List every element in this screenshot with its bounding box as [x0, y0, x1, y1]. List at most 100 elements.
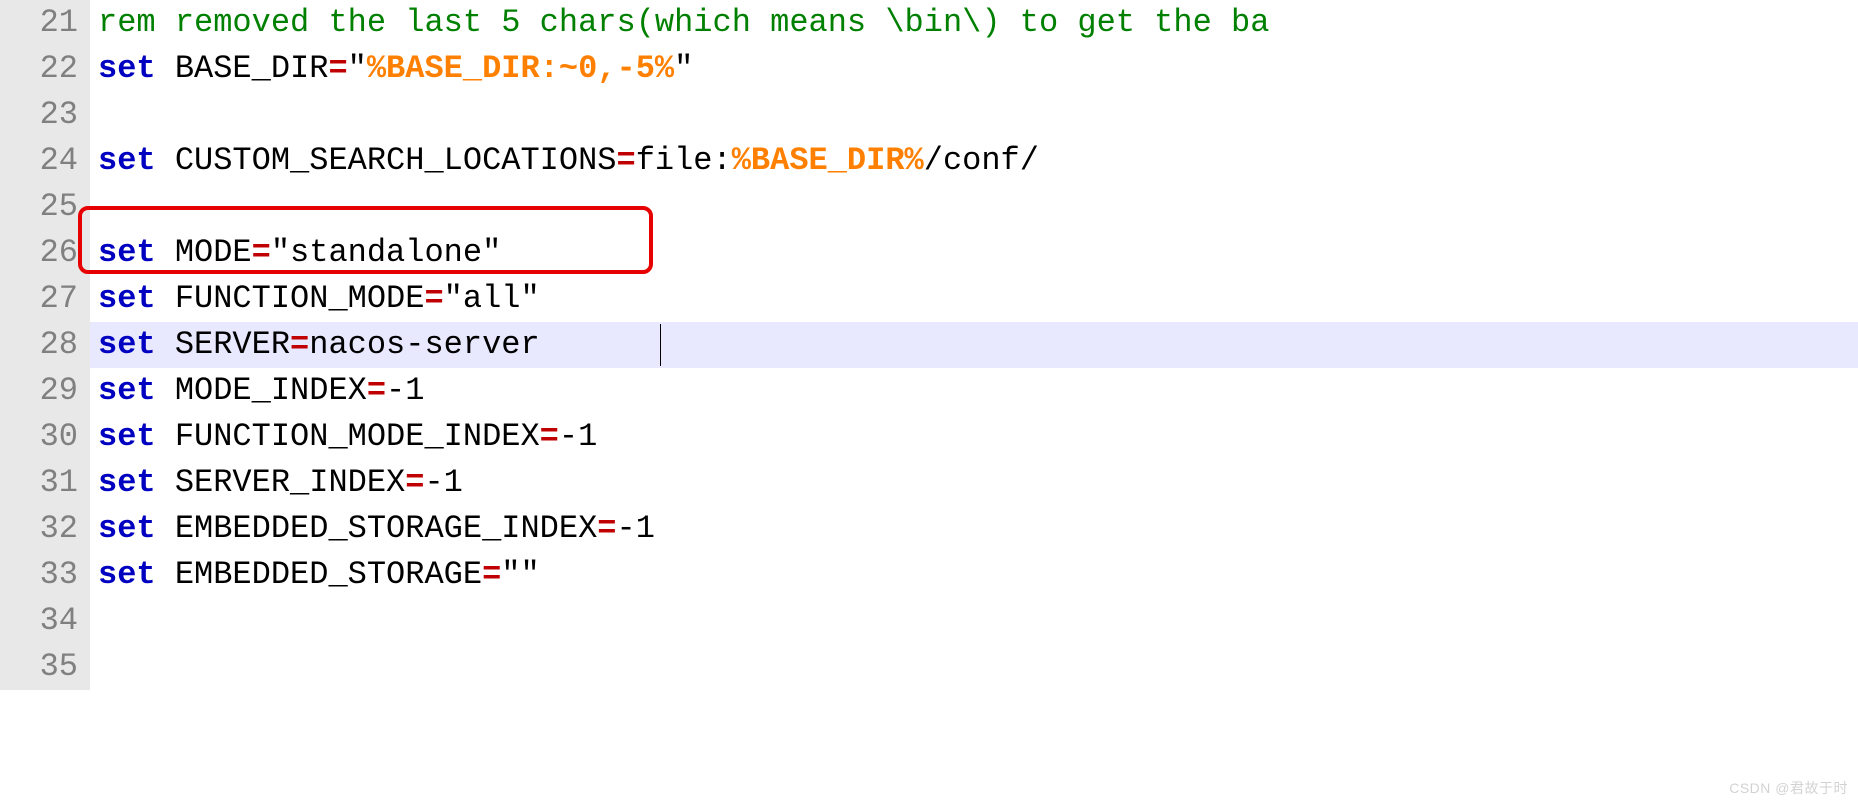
- equals-sign: =: [424, 280, 443, 317]
- keyword-set: set: [98, 418, 156, 455]
- line-content[interactable]: set EMBEDDED_STORAGE_INDEX=-1: [90, 506, 1858, 552]
- equals-sign: =: [367, 372, 386, 409]
- keyword-set: set: [98, 142, 156, 179]
- code-line[interactable]: 32 set EMBEDDED_STORAGE_INDEX=-1: [0, 506, 1858, 552]
- value-text: -1: [386, 372, 424, 409]
- code-line[interactable]: 31 set SERVER_INDEX=-1: [0, 460, 1858, 506]
- value-text: "": [501, 556, 539, 593]
- variable-name: BASE_DIR: [175, 50, 329, 87]
- space: [156, 464, 175, 501]
- literal-text: file:: [636, 142, 732, 179]
- value-text: "standalone": [271, 234, 501, 271]
- equals-sign: =: [328, 50, 347, 87]
- keyword-set: set: [98, 372, 156, 409]
- code-line[interactable]: 21 rem removed the last 5 chars(which me…: [0, 0, 1858, 46]
- line-number: 33: [0, 552, 90, 598]
- line-content[interactable]: [90, 644, 1858, 690]
- line-number: 25: [0, 184, 90, 230]
- space: [156, 50, 175, 87]
- equals-sign: =: [540, 418, 559, 455]
- code-line-current[interactable]: 28 set SERVER=nacos-server: [0, 322, 1858, 368]
- space: [156, 280, 175, 317]
- code-line[interactable]: 33 set EMBEDDED_STORAGE="": [0, 552, 1858, 598]
- line-content[interactable]: set SERVER=nacos-server: [90, 322, 1858, 368]
- line-content[interactable]: set BASE_DIR="%BASE_DIR:~0,-5%": [90, 46, 1858, 92]
- variable-name: SERVER_INDEX: [175, 464, 405, 501]
- line-number: 24: [0, 138, 90, 184]
- code-line[interactable]: 34: [0, 598, 1858, 644]
- keyword-set: set: [98, 464, 156, 501]
- space: [156, 510, 175, 547]
- line-content[interactable]: set FUNCTION_MODE_INDEX=-1: [90, 414, 1858, 460]
- line-content[interactable]: [90, 92, 1858, 138]
- equals-sign: =: [405, 464, 424, 501]
- value-text: -1: [424, 464, 462, 501]
- line-number: 22: [0, 46, 90, 92]
- variable-name: CUSTOM_SEARCH_LOCATIONS: [175, 142, 617, 179]
- text-caret: [660, 324, 661, 366]
- space: [156, 326, 175, 363]
- space: [156, 418, 175, 455]
- equals-sign: =: [482, 556, 501, 593]
- keyword-set: set: [98, 510, 156, 547]
- code-line[interactable]: 29 set MODE_INDEX=-1: [0, 368, 1858, 414]
- keyword-set: set: [98, 50, 156, 87]
- line-content[interactable]: set MODE_INDEX=-1: [90, 368, 1858, 414]
- quote: ": [348, 50, 367, 87]
- watermark-text: CSDN @君故于时: [1729, 778, 1848, 798]
- value-text: "all": [444, 280, 540, 317]
- env-var-ref: %BASE_DIR:~0,-5%: [367, 50, 674, 87]
- line-content[interactable]: set FUNCTION_MODE="all": [90, 276, 1858, 322]
- value-text: -1: [559, 418, 597, 455]
- code-line[interactable]: 26 set MODE="standalone": [0, 230, 1858, 276]
- line-number: 32: [0, 506, 90, 552]
- variable-name: SERVER: [175, 326, 290, 363]
- line-number: 31: [0, 460, 90, 506]
- code-line[interactable]: 23: [0, 92, 1858, 138]
- line-content[interactable]: rem removed the last 5 chars(which means…: [90, 0, 1858, 46]
- code-line[interactable]: 30 set FUNCTION_MODE_INDEX=-1: [0, 414, 1858, 460]
- line-number: 35: [0, 644, 90, 690]
- variable-name: EMBEDDED_STORAGE: [175, 556, 482, 593]
- value-text: nacos-server: [309, 326, 539, 363]
- line-number: 29: [0, 368, 90, 414]
- literal-text: /conf/: [924, 142, 1039, 179]
- line-number: 23: [0, 92, 90, 138]
- variable-name: FUNCTION_MODE_INDEX: [175, 418, 540, 455]
- space: [156, 234, 175, 271]
- line-number: 34: [0, 598, 90, 644]
- line-content[interactable]: [90, 598, 1858, 644]
- code-line[interactable]: 22 set BASE_DIR="%BASE_DIR:~0,-5%": [0, 46, 1858, 92]
- line-content[interactable]: set EMBEDDED_STORAGE="": [90, 552, 1858, 598]
- value-text: -1: [616, 510, 654, 547]
- line-content[interactable]: set CUSTOM_SEARCH_LOCATIONS=file:%BASE_D…: [90, 138, 1858, 184]
- space: [156, 372, 175, 409]
- line-number: 28: [0, 322, 90, 368]
- line-content[interactable]: set MODE="standalone": [90, 230, 1858, 276]
- line-number: 21: [0, 0, 90, 46]
- quote: ": [674, 50, 693, 87]
- variable-name: MODE_INDEX: [175, 372, 367, 409]
- keyword-set: set: [98, 234, 156, 271]
- line-number: 30: [0, 414, 90, 460]
- space: [156, 142, 175, 179]
- line-number: 27: [0, 276, 90, 322]
- variable-name: EMBEDDED_STORAGE_INDEX: [175, 510, 597, 547]
- line-content[interactable]: [90, 184, 1858, 230]
- keyword-set: set: [98, 326, 156, 363]
- comment-text: rem removed the last 5 chars(which means…: [98, 4, 1269, 41]
- variable-name: FUNCTION_MODE: [175, 280, 425, 317]
- equals-sign: =: [252, 234, 271, 271]
- code-line[interactable]: 24 set CUSTOM_SEARCH_LOCATIONS=file:%BAS…: [0, 138, 1858, 184]
- code-line[interactable]: 35: [0, 644, 1858, 690]
- code-editor[interactable]: 21 rem removed the last 5 chars(which me…: [0, 0, 1858, 690]
- code-line[interactable]: 27 set FUNCTION_MODE="all": [0, 276, 1858, 322]
- line-number: 26: [0, 230, 90, 276]
- variable-name: MODE: [175, 234, 252, 271]
- equals-sign: =: [290, 326, 309, 363]
- equals-sign: =: [597, 510, 616, 547]
- env-var-ref: %BASE_DIR%: [732, 142, 924, 179]
- code-line[interactable]: 25: [0, 184, 1858, 230]
- line-content[interactable]: set SERVER_INDEX=-1: [90, 460, 1858, 506]
- keyword-set: set: [98, 556, 156, 593]
